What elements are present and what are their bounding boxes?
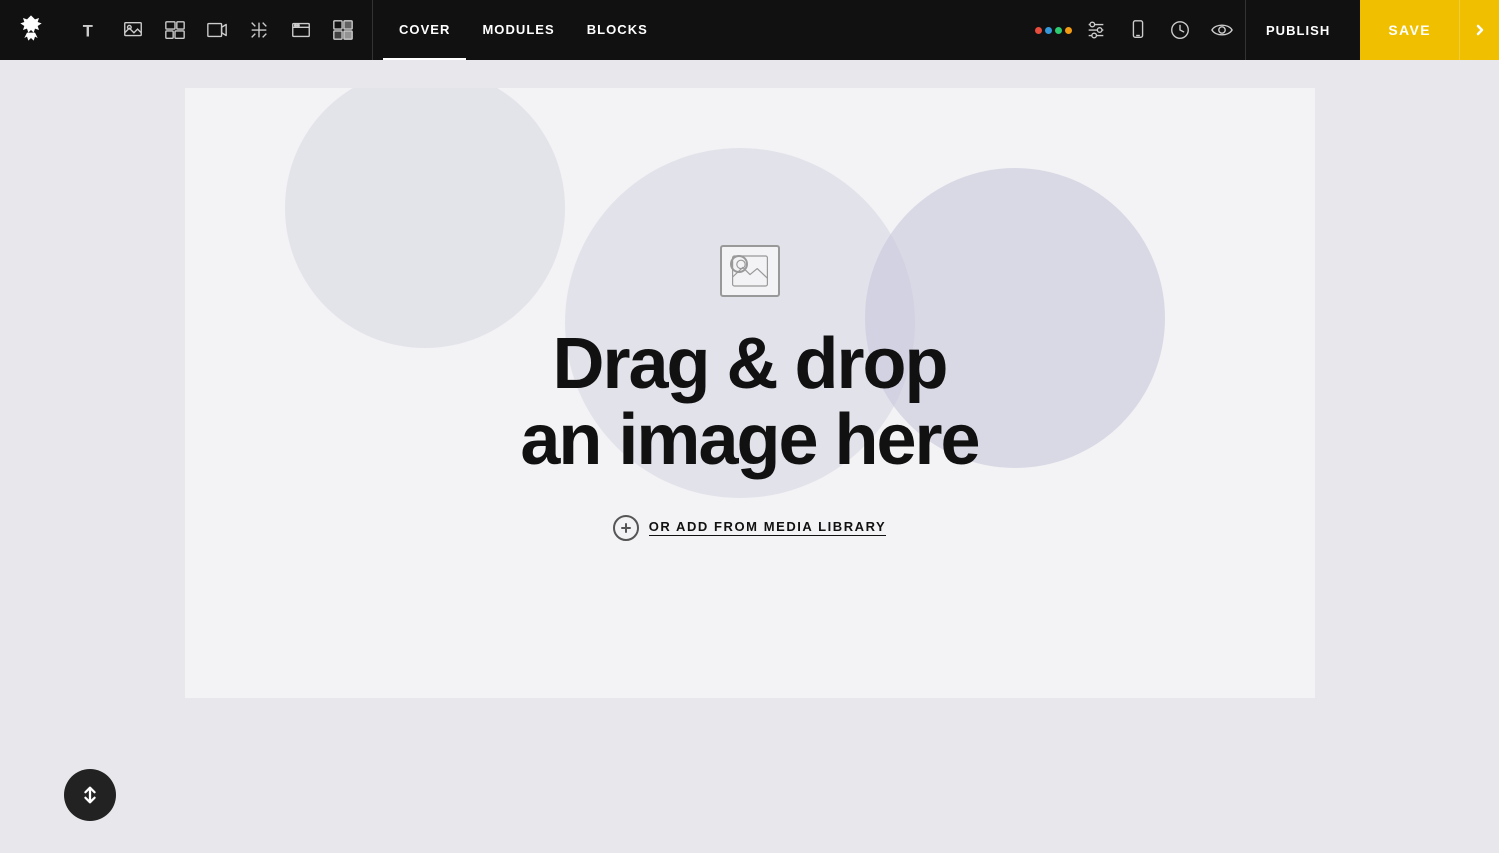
mobile-preview-btn[interactable] bbox=[1119, 11, 1157, 49]
text-tool[interactable]: T bbox=[72, 11, 110, 49]
placeholder-image-icon bbox=[732, 253, 768, 289]
gallery-tool[interactable] bbox=[156, 11, 194, 49]
nav-blocks[interactable]: BLOCKS bbox=[571, 0, 664, 60]
drop-zone-content: Drag & drop an image here OR ADD FROM ME… bbox=[520, 245, 978, 540]
save-button[interactable]: SAVE bbox=[1360, 0, 1459, 60]
scroll-button[interactable] bbox=[64, 769, 116, 821]
nav-cover[interactable]: COVER bbox=[383, 0, 466, 60]
plus-circle-icon bbox=[613, 515, 639, 541]
save-dropdown-chevron[interactable] bbox=[1459, 0, 1499, 60]
canvas-area: Drag & drop an image here OR ADD FROM ME… bbox=[0, 60, 1499, 853]
page-canvas[interactable]: Drag & drop an image here OR ADD FROM ME… bbox=[185, 88, 1315, 698]
image-tool[interactable] bbox=[114, 11, 152, 49]
plus-icon bbox=[620, 522, 632, 534]
chevron-right-icon bbox=[1472, 22, 1488, 38]
eye-icon bbox=[1211, 19, 1233, 41]
history-icon bbox=[1169, 19, 1191, 41]
sliders-icon bbox=[1085, 19, 1107, 41]
toolbar: T COVER MODULES bbox=[0, 0, 1499, 60]
media-library-link[interactable]: OR ADD FROM MEDIA LIBRARY bbox=[613, 515, 887, 541]
settings-btn[interactable] bbox=[1077, 11, 1115, 49]
image-placeholder-icon bbox=[720, 245, 780, 297]
embed-tool[interactable] bbox=[282, 11, 320, 49]
scroll-arrows-icon bbox=[79, 784, 101, 806]
toolbar-right: PUBLISH bbox=[1035, 0, 1360, 60]
color-palette-btn[interactable] bbox=[1035, 11, 1073, 49]
layout-tool[interactable] bbox=[240, 11, 278, 49]
svg-text:T: T bbox=[83, 22, 93, 40]
video-tool[interactable] bbox=[198, 11, 236, 49]
toolbar-tools: T bbox=[62, 0, 373, 60]
preview-btn[interactable] bbox=[1203, 11, 1241, 49]
history-btn[interactable] bbox=[1161, 11, 1199, 49]
logo-icon bbox=[15, 14, 47, 46]
drag-drop-heading: Drag & drop an image here bbox=[520, 327, 978, 478]
nav-modules[interactable]: MODULES bbox=[466, 0, 570, 60]
toolbar-nav: COVER MODULES BLOCKS bbox=[373, 0, 674, 60]
mobile-icon bbox=[1127, 19, 1149, 41]
brand-logo[interactable] bbox=[0, 0, 62, 60]
halftone-tool[interactable] bbox=[324, 11, 362, 49]
publish-button[interactable]: PUBLISH bbox=[1245, 0, 1350, 60]
